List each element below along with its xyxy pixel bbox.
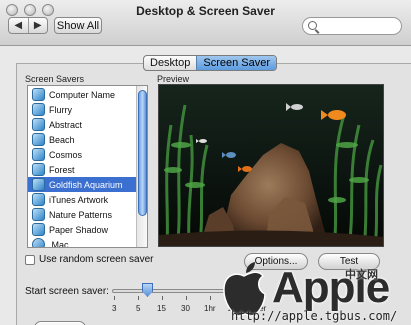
list-item-selected[interactable]: Goldfish Aquarium bbox=[28, 177, 136, 192]
preview-label: Preview bbox=[157, 74, 190, 84]
list-item-label: Computer Name bbox=[49, 89, 116, 100]
list-item[interactable]: Computer Name bbox=[28, 87, 136, 102]
tab-screen-saver[interactable]: Screen Saver bbox=[196, 56, 277, 70]
screen-saver-icon bbox=[32, 178, 45, 191]
screen-saver-icon bbox=[32, 193, 45, 206]
list-scrollbar[interactable] bbox=[136, 86, 147, 247]
list-item[interactable]: iTunes Artwork bbox=[28, 192, 136, 207]
list-item[interactable]: Paper Shadow bbox=[28, 222, 136, 237]
list-item-label: Paper Shadow bbox=[49, 224, 109, 235]
start-screen-saver-label: Start screen saver: bbox=[25, 286, 109, 297]
search-field[interactable] bbox=[302, 17, 402, 35]
list-item[interactable]: Nature Patterns bbox=[28, 207, 136, 222]
slider-tick-label: 5 bbox=[136, 304, 141, 313]
slider-tick-label: 15 bbox=[157, 304, 166, 313]
forward-button[interactable]: ▶ bbox=[27, 18, 48, 33]
slider-tick-label: 30 bbox=[181, 304, 190, 313]
title-bar: Desktop & Screen Saver ◀ ▶ Show All bbox=[0, 0, 411, 46]
list-item-label: Nature Patterns bbox=[49, 209, 113, 220]
list-item-label: iTunes Artwork bbox=[49, 194, 109, 205]
back-button[interactable]: ◀ bbox=[9, 18, 28, 33]
screen-saver-icon bbox=[32, 88, 45, 101]
screen-saver-icon bbox=[32, 133, 45, 146]
slider-tick bbox=[186, 296, 187, 300]
list-item[interactable]: .Mac bbox=[28, 237, 136, 248]
list-item-label: Forest bbox=[49, 164, 75, 175]
screen-saver-icon bbox=[32, 208, 45, 221]
list-item-label: Beach bbox=[49, 134, 75, 145]
list-item[interactable]: Forest bbox=[28, 162, 136, 177]
slider-tick bbox=[162, 296, 163, 300]
back-forward-control: ◀ ▶ bbox=[8, 17, 48, 34]
screen-saver-icon bbox=[32, 148, 45, 161]
list-item[interactable]: Cosmos bbox=[28, 147, 136, 162]
slider-tick-label: 3 bbox=[112, 304, 117, 313]
list-item[interactable]: Beach bbox=[28, 132, 136, 147]
window-title: Desktop & Screen Saver bbox=[136, 4, 275, 18]
list-item-label: .Mac bbox=[49, 239, 69, 248]
list-item-label: Flurry bbox=[49, 104, 72, 115]
screen-saver-icon bbox=[32, 163, 45, 176]
slider-tick bbox=[210, 296, 211, 300]
scrollbar-thumb[interactable] bbox=[138, 90, 147, 216]
screen-saver-icon bbox=[32, 118, 45, 131]
slider-tick-label: 1hr bbox=[204, 304, 216, 313]
preview-pane bbox=[158, 84, 384, 247]
random-screen-saver-checkbox[interactable] bbox=[25, 255, 35, 265]
random-screen-saver-label: Use random screen saver bbox=[39, 254, 154, 265]
list-item[interactable]: Abstract bbox=[28, 117, 136, 132]
list-item-label: Goldfish Aquarium bbox=[49, 179, 123, 190]
tab-bar: Desktop Screen Saver bbox=[143, 55, 278, 71]
show-all-button[interactable]: Show All bbox=[54, 17, 102, 34]
watermark-chinese: 中文网 bbox=[345, 269, 378, 281]
list-item[interactable]: Flurry bbox=[28, 102, 136, 117]
tab-desktop[interactable]: Desktop bbox=[144, 56, 196, 70]
aquarium-preview-image bbox=[159, 85, 383, 246]
list-item-label: Abstract bbox=[49, 119, 83, 130]
screen-saver-icon bbox=[32, 103, 45, 116]
slider-tick bbox=[114, 296, 115, 300]
screen-saver-icon bbox=[32, 223, 45, 236]
slider-tick bbox=[138, 296, 139, 300]
list-item-label: Cosmos bbox=[49, 149, 83, 160]
bottom-button[interactable] bbox=[34, 321, 86, 325]
dotmac-icon bbox=[32, 238, 45, 247]
screen-savers-label: Screen Savers bbox=[25, 74, 85, 84]
screen-saver-list[interactable]: Computer Name Flurry Abstract Beach Cosm… bbox=[27, 85, 148, 248]
watermark-url: http://apple.tgbus.com/ bbox=[231, 309, 398, 323]
preferences-window: Desktop & Screen Saver ◀ ▶ Show All Desk… bbox=[0, 0, 411, 325]
search-icon bbox=[308, 21, 317, 30]
